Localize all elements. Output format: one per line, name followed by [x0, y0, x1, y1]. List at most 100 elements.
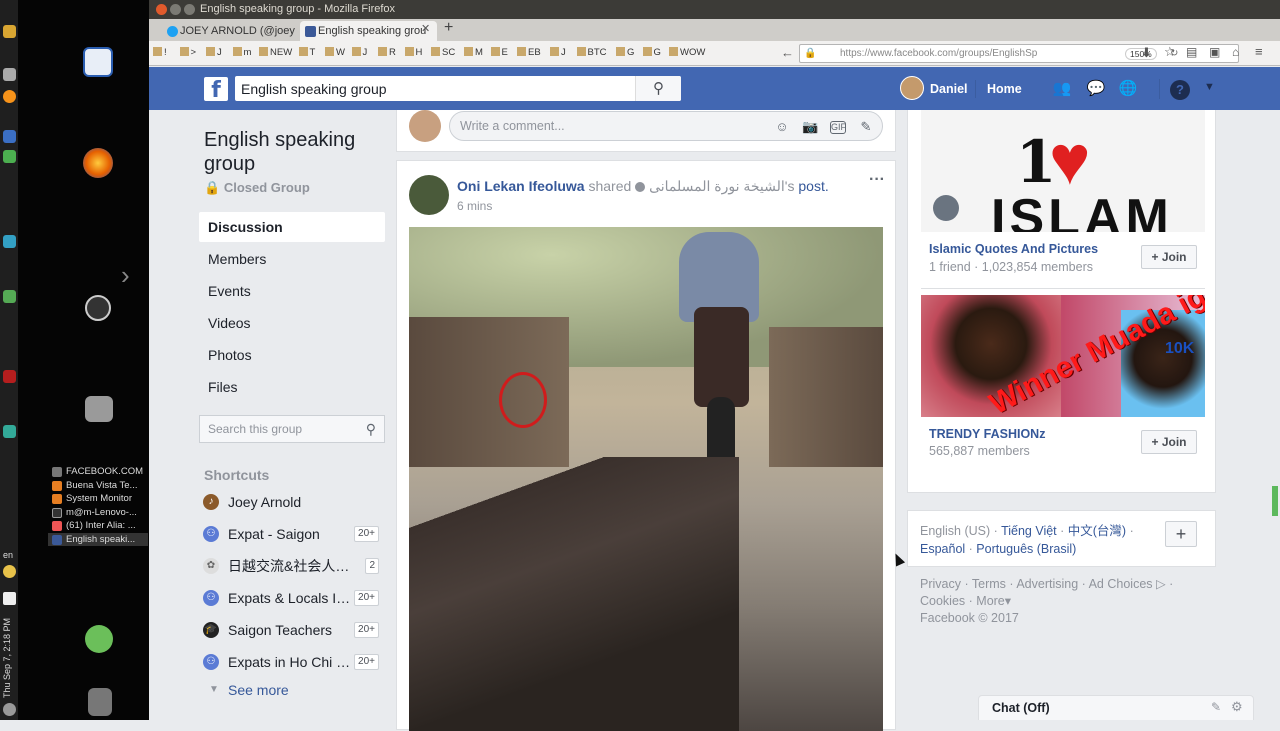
bookmark-item[interactable]: G [642, 47, 661, 58]
shortcut-item[interactable]: 🎓 Saigon Teachers 20+ [203, 620, 384, 640]
group-cover-image[interactable]: 10K Winner Muada igbo [921, 295, 1205, 417]
footer-link[interactable]: Ad Choices [1089, 577, 1153, 591]
download-icon[interactable]: ⬇ [1141, 45, 1152, 61]
help-icon[interactable]: ? [1170, 80, 1190, 100]
bookmark-item[interactable]: ! [153, 47, 167, 58]
footer-link[interactable]: Advertising [1016, 577, 1078, 591]
shortcut-item[interactable]: ⚇ Expats & Locals In ... 20+ [203, 588, 384, 608]
filezilla-icon[interactable] [3, 370, 16, 383]
nav-discussion[interactable]: Discussion [199, 212, 385, 242]
footer-link[interactable]: More [976, 594, 1004, 608]
facebook-logo-icon[interactable]: f [204, 77, 228, 103]
post-timestamp[interactable]: 6 mins [457, 199, 492, 213]
menu-icon[interactable]: ≡ [1255, 44, 1263, 59]
original-author-link[interactable]: الشيخة نورة المسلمانى's [649, 178, 794, 194]
bookmark-item[interactable]: G [616, 47, 634, 58]
indicator-icon[interactable] [3, 68, 16, 81]
writer-icon[interactable] [83, 47, 113, 77]
search-icon[interactable]: ⚲ [366, 416, 376, 442]
minimize-window-button[interactable] [170, 4, 181, 15]
bookmark-item[interactable]: m [232, 47, 251, 58]
window-list-item[interactable]: Buena Vista Te... [48, 479, 148, 493]
language-link[interactable]: Português (Brasil) [976, 542, 1076, 556]
chat-icon[interactable] [3, 425, 16, 438]
indicator-icon[interactable] [3, 290, 16, 303]
chevron-down-icon[interactable]: ▼ [1204, 81, 1215, 93]
gear-icon[interactable]: ⚙ [1231, 699, 1243, 715]
post-photo[interactable] [409, 227, 883, 731]
original-post-link[interactable]: post. [798, 178, 828, 194]
nav-members[interactable]: Members [199, 244, 385, 274]
scrollbar-thumb[interactable] [1272, 486, 1278, 516]
language-link[interactable]: Español [920, 542, 965, 556]
window-list-item[interactable]: (61) Inter Alia: ... [48, 519, 148, 533]
join-group-button[interactable]: + Join [1141, 430, 1197, 454]
facebook-search-input[interactable]: English speaking group ⚲ [235, 76, 681, 101]
calendar-icon[interactable] [3, 130, 16, 143]
bookmark-item[interactable]: BTC [576, 47, 607, 58]
trash-icon[interactable] [88, 688, 112, 716]
language-link[interactable]: 中文(台灣) [1068, 524, 1126, 538]
window-list-item[interactable]: FACEBOOK.COM [48, 465, 148, 479]
bookmark-item[interactable]: SC [431, 47, 455, 58]
shortcut-item[interactable]: ⚇ Expat - Saigon 20+ [203, 524, 384, 544]
more-options-icon[interactable]: ··· [869, 171, 885, 189]
bookmark-item[interactable]: J [550, 47, 566, 58]
window-list-item[interactable]: English speaki... [48, 532, 148, 546]
group-search-input[interactable]: Search this group ⚲ [199, 415, 385, 443]
indicator-icon[interactable] [3, 25, 16, 38]
nav-events[interactable]: Events [199, 276, 385, 306]
group-cover-image[interactable]: 1 ♥ ISLAM [921, 110, 1205, 232]
language-link[interactable]: Tiếng Việt [1001, 524, 1057, 538]
avatar[interactable] [900, 76, 924, 100]
back-button[interactable]: ← [781, 45, 794, 60]
power-icon[interactable] [3, 703, 16, 716]
profile-link[interactable]: Daniel [930, 82, 968, 96]
bookmark-item[interactable]: E [490, 47, 508, 58]
notifications-globe-icon[interactable]: 🌐 [1118, 80, 1138, 98]
bookmark-item[interactable]: EB [517, 47, 541, 58]
window-list-item[interactable]: System Monitor [48, 492, 148, 506]
friend-requests-icon[interactable]: 👥 [1052, 80, 1072, 98]
avatar[interactable] [409, 175, 449, 215]
volume-icon[interactable] [3, 592, 16, 605]
shortcut-item[interactable]: ⚇ Expats in Ho Chi Mi... 20+ [203, 652, 384, 672]
footer-link[interactable]: Privacy [920, 577, 961, 591]
page-scrollbar[interactable] [1270, 110, 1280, 720]
nav-photos[interactable]: Photos [199, 340, 385, 370]
sticker-icon[interactable]: ✎ [858, 119, 874, 135]
bookmark-star-icon[interactable]: ☆ [1164, 44, 1176, 60]
bookmark-item[interactable]: M [464, 47, 483, 58]
close-window-button[interactable] [156, 4, 167, 15]
shortcut-item[interactable]: ♪ Joey Arnold [203, 492, 384, 512]
search-icon[interactable]: ⚲ [635, 76, 681, 101]
bookmark-item[interactable]: H [404, 47, 422, 58]
see-more-link[interactable]: ▼ See more [203, 680, 384, 700]
bookmark-item[interactable]: WOW [669, 47, 705, 58]
firefox-icon[interactable] [83, 148, 113, 178]
ubuntu-icon[interactable] [85, 295, 111, 321]
tab-english-speaking-group[interactable]: English speaking grou [300, 21, 437, 41]
gif-icon[interactable]: GIF [830, 121, 846, 134]
coin-icon[interactable] [3, 565, 16, 578]
indicator-icon[interactable] [3, 150, 16, 163]
add-language-button[interactable]: + [1165, 521, 1197, 547]
post-author-link[interactable]: Oni Lekan Ifeoluwa [457, 178, 585, 194]
suggested-group-name[interactable]: Islamic Quotes And Pictures [929, 242, 1098, 256]
compose-icon[interactable]: ✎ [1211, 700, 1221, 714]
group-title[interactable]: English speaking group [204, 128, 384, 176]
bookmark-item[interactable]: > [179, 47, 196, 58]
shortcut-item[interactable]: ✿ 日越交流&社会人ボ... 2 [203, 556, 384, 576]
user-switch-icon[interactable] [85, 625, 113, 653]
bookmark-item[interactable]: R [378, 47, 396, 58]
bookmark-item[interactable]: T [298, 47, 315, 58]
bookmark-item[interactable]: W [325, 47, 345, 58]
footer-link[interactable]: Cookies [920, 594, 965, 608]
maximize-window-button[interactable] [184, 4, 195, 15]
chat-bar[interactable]: Chat (Off) ✎ ⚙ [978, 695, 1254, 720]
terminal-icon[interactable] [3, 235, 16, 248]
new-tab-button[interactable]: + [444, 19, 453, 37]
archive-icon[interactable] [85, 396, 113, 422]
comment-input[interactable]: Write a comment... ☺ 📷 GIF ✎ [449, 111, 883, 141]
bookmark-item[interactable]: NEW [259, 47, 292, 58]
